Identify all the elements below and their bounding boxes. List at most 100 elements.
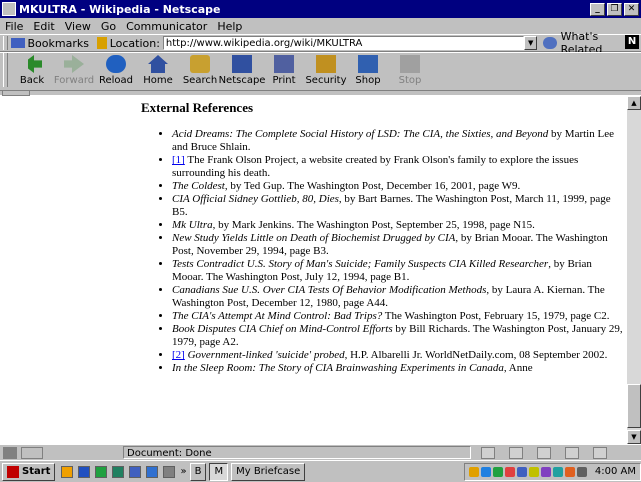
tray-icon[interactable]: [516, 466, 527, 477]
start-button[interactable]: Start: [2, 462, 56, 481]
location-label: Location:: [109, 36, 160, 50]
security-status-icon[interactable]: [3, 446, 17, 459]
my-briefcase-button[interactable]: My Briefcase: [231, 462, 306, 481]
title-bar: MKULTRA - Wikipedia - Netscape _ ❐ ✕: [0, 0, 641, 18]
clock[interactable]: 4:00 AM: [595, 466, 636, 477]
list-item: Mk Ultra, by Mark Jenkins. The Washingto…: [172, 219, 626, 232]
forward-button[interactable]: Forward: [53, 53, 95, 89]
reload-button[interactable]: Reload: [95, 53, 137, 89]
system-tray: 4:00 AM: [463, 462, 641, 481]
back-icon: [22, 55, 42, 73]
search-icon: [190, 55, 210, 73]
taskbar-item-active[interactable]: M: [209, 462, 229, 481]
home-icon: [148, 55, 168, 73]
list-item: CIA Official Sidney Gottlieb, 80, Dies, …: [172, 193, 626, 219]
menu-view[interactable]: View: [60, 20, 96, 33]
list-item: New Study Yields Little on Death of Bioc…: [172, 232, 626, 258]
netscape-button[interactable]: Netscape: [219, 53, 265, 89]
window-title: MKULTRA - Wikipedia - Netscape: [19, 2, 221, 16]
location-toolbar: Bookmarks Location: http://www.wikipedia…: [0, 30, 641, 56]
page-content: External References Acid Dreams: The Com…: [0, 96, 627, 444]
quicklaunch-icon[interactable]: [78, 465, 91, 478]
tray-icon[interactable]: [480, 466, 491, 477]
tray-icon[interactable]: [564, 466, 575, 477]
url-input[interactable]: http://www.wikipedia.org/wiki/MKULTRA: [162, 36, 525, 50]
taskbar-chevron[interactable]: »: [180, 466, 186, 477]
list-item: [2] Government-linked 'suicide' probed, …: [172, 349, 626, 362]
mail-component-icon[interactable]: [509, 446, 523, 459]
tray-icon[interactable]: [468, 466, 479, 477]
quicklaunch-icon[interactable]: [95, 465, 108, 478]
toolbar-grip[interactable]: [3, 36, 8, 50]
stop-icon: [400, 55, 420, 73]
netscape-icon: [232, 55, 252, 73]
netscape-app-icon: [2, 2, 16, 16]
close-button[interactable]: ✕: [624, 2, 639, 16]
stop-button[interactable]: Stop: [389, 53, 431, 89]
forward-icon: [64, 55, 84, 73]
tray-icon[interactable]: [576, 466, 587, 477]
printer-icon: [274, 55, 294, 73]
status-bar: Document: Done: [0, 444, 641, 460]
list-item: Acid Dreams: The Complete Social History…: [172, 128, 626, 154]
search-button[interactable]: Search: [179, 53, 221, 89]
list-item: The Coldest, by Ted Gup. The Washington …: [172, 180, 626, 193]
quicklaunch-icon[interactable]: [129, 465, 142, 478]
minimize-button[interactable]: _: [590, 2, 605, 16]
location-icon: [96, 37, 107, 49]
list-item: [1] The Frank Olson Project, a website c…: [172, 154, 626, 180]
maximize-button[interactable]: ❐: [607, 2, 622, 16]
tray-icon[interactable]: [540, 466, 551, 477]
list-item: Book Disputes CIA Chief on Mind-Control …: [172, 323, 626, 349]
reference-link[interactable]: [2]: [172, 349, 185, 361]
security-button[interactable]: Security: [305, 53, 347, 89]
tray-icons: [468, 466, 589, 477]
lock-icon: [316, 55, 336, 73]
reload-icon: [106, 55, 126, 73]
edit-component-icon[interactable]: [593, 446, 607, 459]
home-button[interactable]: Home: [137, 53, 179, 89]
reference-link[interactable]: [1]: [172, 154, 185, 166]
print-button[interactable]: Print: [263, 53, 305, 89]
component-bar: [481, 446, 621, 459]
netscape-logo[interactable]: N: [625, 35, 639, 49]
scroll-down-button[interactable]: ▼: [627, 430, 641, 444]
navigation-toolbar: Back Forward Reload Home Search Netscape…: [0, 52, 641, 90]
section-heading: External References: [141, 100, 254, 115]
menu-edit[interactable]: Edit: [28, 20, 59, 33]
quicklaunch-icon[interactable]: [163, 465, 176, 478]
menu-file[interactable]: File: [0, 20, 28, 33]
taskbar: Start » B M My Briefcase 4:00 AM: [0, 460, 641, 482]
reference-list: Acid Dreams: The Complete Social History…: [158, 128, 626, 375]
newsgroups-component-icon[interactable]: [537, 446, 551, 459]
progress-indicator: [21, 446, 43, 459]
vertical-scrollbar[interactable]: ▲ ▼: [627, 96, 641, 444]
shop-icon: [358, 55, 378, 73]
quicklaunch-icon[interactable]: [146, 465, 159, 478]
quicklaunch-icon[interactable]: [112, 465, 125, 478]
shop-button[interactable]: Shop: [347, 53, 389, 89]
taskbar-item[interactable]: B: [189, 462, 207, 481]
url-dropdown-button[interactable]: ▼: [524, 36, 537, 50]
composer-component-icon[interactable]: [565, 446, 579, 459]
list-item: Canadians Sue U.S. Over CIA Tests Of Beh…: [172, 284, 626, 310]
navigator-component-icon[interactable]: [481, 446, 495, 459]
windows-logo-icon: [7, 465, 19, 478]
quick-launch: [61, 465, 180, 478]
quicklaunch-icon[interactable]: [61, 465, 74, 478]
toolbar-grip[interactable]: [3, 53, 8, 87]
tray-icon[interactable]: [552, 466, 563, 477]
back-button[interactable]: Back: [11, 53, 53, 89]
menu-communicator[interactable]: Communicator: [121, 20, 212, 33]
scroll-thumb[interactable]: [627, 384, 641, 428]
tray-icon[interactable]: [528, 466, 539, 477]
list-item: In the Sleep Room: The Story of CIA Brai…: [172, 362, 626, 375]
menu-go[interactable]: Go: [96, 20, 121, 33]
bookmarks-button[interactable]: Bookmarks: [28, 37, 89, 50]
list-item: Tests Contradict U.S. Story of Man's Sui…: [172, 258, 626, 284]
menu-help[interactable]: Help: [212, 20, 247, 33]
scroll-up-button[interactable]: ▲: [627, 96, 641, 110]
tray-icon[interactable]: [504, 466, 515, 477]
tray-icon[interactable]: [492, 466, 503, 477]
related-icon: [542, 37, 557, 49]
